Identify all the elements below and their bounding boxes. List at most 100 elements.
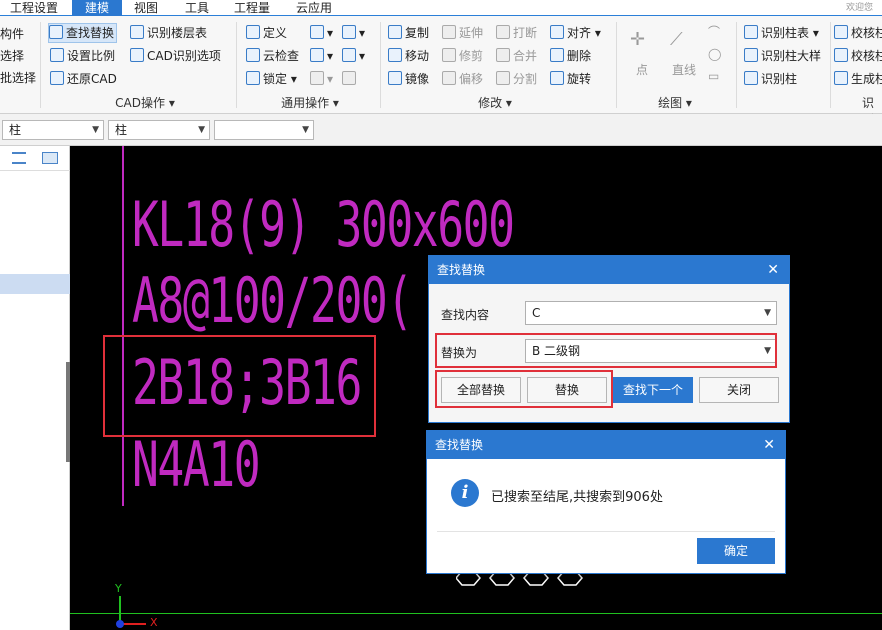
extend-button[interactable]: 延伸 <box>442 23 483 43</box>
ribbon-select[interactable]: 选择 <box>0 46 24 66</box>
line-draw-icon[interactable]: ⟋ <box>670 30 683 50</box>
component-type-combo[interactable]: 柱 ▼ <box>2 120 104 140</box>
generate-column-button[interactable]: 生成柱 <box>834 69 882 89</box>
chevron-down-icon: ▼ <box>302 125 309 135</box>
arc-draw-icon[interactable]: ⌒ <box>708 22 720 42</box>
lock-button[interactable]: 锁定 ▾ <box>246 69 297 89</box>
set-scale-button[interactable]: 设置比例 <box>50 46 115 66</box>
rotate-icon <box>550 71 564 85</box>
cad-text-line-2: A8@100/200( <box>132 264 413 337</box>
find-replace-title: 查找替换 <box>437 263 486 277</box>
grid-tool[interactable]: ▾ <box>342 46 365 66</box>
column-tool[interactable]: ▾ <box>310 46 333 66</box>
split-button[interactable]: 分割 <box>496 69 537 89</box>
filter-tool[interactable] <box>342 69 359 89</box>
merge-button[interactable]: 合并 <box>496 46 537 66</box>
info-icon: i <box>451 479 479 507</box>
define-button[interactable]: 定义 <box>246 23 287 43</box>
highlight-box-replace <box>435 333 777 368</box>
menu-project-settings[interactable]: 工程设置 <box>10 0 62 16</box>
identify-column-table-button[interactable]: 识别柱表 ▾ <box>744 23 819 43</box>
x-axis-arrow <box>122 623 146 625</box>
close-icon[interactable]: ✕ <box>767 256 779 284</box>
lock-icon <box>246 71 260 85</box>
ribbon-component[interactable]: 构件 <box>0 24 24 44</box>
trim-button[interactable]: 修剪 <box>442 46 483 66</box>
cad-text-line-1: KL18(9) 300x600 <box>132 188 515 261</box>
highlight-box-text <box>103 335 376 437</box>
highlight-box-buttons <box>435 370 613 408</box>
break-icon <box>496 25 510 39</box>
ribbon: 构件 选择 批选择 查找替换 设置比例 还原CAD 识别楼层表 CAD识别选项 … <box>0 16 882 127</box>
cad-options-button[interactable]: CAD识别选项 <box>130 46 221 66</box>
column-detail-icon <box>744 48 758 62</box>
selected-tree-item[interactable] <box>0 274 70 294</box>
copy-button[interactable]: 复制 <box>388 23 429 43</box>
align-button[interactable]: 对齐 ▾ <box>550 23 601 43</box>
mirror-button[interactable]: 镜像 <box>388 69 429 89</box>
grid-icon <box>342 48 356 62</box>
info-title-bar: 查找替换 ✕ <box>427 431 785 459</box>
menu-tools[interactable]: 工具 <box>185 0 215 16</box>
split-icon <box>496 71 510 85</box>
point-draw-icon[interactable]: ✛ <box>630 30 645 50</box>
identify-column-icon <box>744 71 758 85</box>
scale-icon <box>50 48 64 62</box>
merge-icon <box>496 48 510 62</box>
identify-column-button[interactable]: 识别柱 <box>744 69 797 89</box>
rotate-button[interactable]: 旋转 <box>550 69 591 89</box>
extend-icon <box>442 25 456 39</box>
layer-tool-1[interactable]: ▾ <box>310 23 333 43</box>
layer-icon <box>310 25 324 39</box>
align-icon <box>550 25 564 39</box>
ok-button[interactable]: 确定 <box>697 538 775 564</box>
break-button[interactable]: 打断 <box>496 23 537 43</box>
group-draw-label: 绘图 ▾ <box>658 96 692 110</box>
identify-floor-table-button[interactable]: 识别楼层表 <box>130 23 207 43</box>
move-button[interactable]: 移动 <box>388 46 429 66</box>
offset-button[interactable]: 偏移 <box>442 69 483 89</box>
find-next-button[interactable]: 查找下一个 <box>613 377 693 403</box>
group-cad-label: CAD操作 ▾ <box>115 96 175 110</box>
restore-cad-button[interactable]: 还原CAD <box>50 69 117 89</box>
line-draw-label: 直线 <box>672 63 697 77</box>
dialog-close-button[interactable]: 关闭 <box>699 377 779 403</box>
offset-icon <box>442 71 456 85</box>
rect-draw-icon[interactable]: ▭ <box>708 66 719 86</box>
left-panel <box>0 146 70 630</box>
find-replace-button[interactable]: 查找替换 <box>48 23 118 43</box>
chevron-down-icon: ▼ <box>92 125 99 135</box>
check-column-button-2[interactable]: 校核柱 <box>834 46 882 66</box>
menu-cloud[interactable]: 云应用 <box>296 0 336 16</box>
dimension-tool[interactable]: ▾ <box>342 23 365 43</box>
menu-view[interactable]: 视图 <box>134 0 164 16</box>
detail-view-icon[interactable] <box>42 152 58 164</box>
find-content-label: 查找内容 <box>441 308 490 322</box>
find-content-input[interactable]: C ▼ <box>525 301 777 325</box>
ribbon-batch-select[interactable]: 批选择 <box>0 68 36 88</box>
component-name-combo[interactable]: 柱 ▼ <box>108 120 210 140</box>
circle-draw-icon[interactable]: ◯ <box>708 44 721 64</box>
column-icon <box>310 48 324 62</box>
component-variant-combo[interactable]: ▼ <box>214 120 314 140</box>
menu-quantity[interactable]: 工程量 <box>234 0 274 16</box>
filter-icon <box>342 71 356 85</box>
cad-vertical-line <box>122 146 124 506</box>
close-icon[interactable]: ✕ <box>763 431 775 459</box>
axis-tool[interactable]: ▾ <box>310 69 333 89</box>
move-icon <box>388 48 402 62</box>
cad-text-line-4: N4A10 <box>132 428 261 501</box>
identify-column-detail-button[interactable]: 识别柱大样 <box>744 46 821 66</box>
info-message: 已搜索至结尾,共搜索到906处 <box>491 490 663 505</box>
list-view-icon[interactable] <box>12 152 26 164</box>
delete-icon <box>550 48 564 62</box>
x-axis-line <box>70 613 882 614</box>
check-column-button-1[interactable]: 校核柱 <box>834 23 882 43</box>
cloud-check-button[interactable]: 云检查 <box>246 46 299 66</box>
chevron-down-icon: ▼ <box>764 308 771 318</box>
y-axis-label: Y <box>115 582 122 595</box>
menu-modeling[interactable]: 建模 <box>72 0 122 16</box>
delete-button[interactable]: 删除 <box>550 46 591 66</box>
chevron-down-icon: ▼ <box>198 125 205 135</box>
options-icon <box>130 48 144 62</box>
